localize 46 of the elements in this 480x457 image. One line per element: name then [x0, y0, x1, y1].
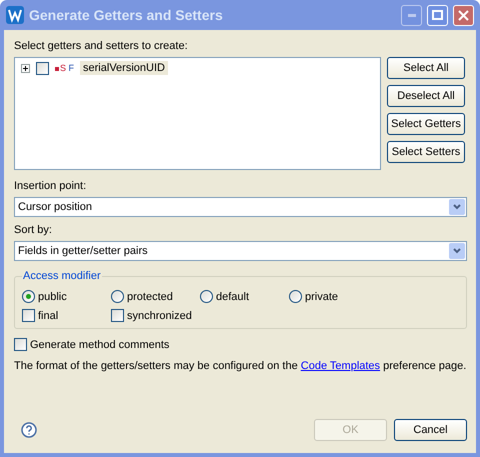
- checkbox-label: Generate method comments: [30, 338, 170, 350]
- info-text: The format of the getters/setters may be configured on the Code Templates preference page.: [14, 360, 467, 372]
- close-icon: [458, 10, 469, 20]
- maximize-icon: [432, 10, 443, 20]
- sort-by-label: Sort by:: [14, 224, 53, 236]
- checkbox[interactable]: synchronized: [111, 309, 200, 322]
- radio-label: default: [216, 290, 250, 302]
- expand-icon[interactable]: [21, 64, 30, 72]
- radio-option[interactable]: private: [289, 290, 378, 303]
- select-button[interactable]: Select Getters: [387, 113, 465, 135]
- radio-label: public: [38, 290, 67, 302]
- checkbox-label: synchronized: [127, 310, 192, 322]
- insertion-point-label: Insertion point:: [14, 180, 88, 192]
- checkbox-box[interactable]: [14, 338, 27, 351]
- select-button[interactable]: Deselect All: [387, 85, 465, 107]
- maximize-button[interactable]: [427, 4, 448, 26]
- cancel-button[interactable]: Cancel: [394, 419, 467, 441]
- checkbox[interactable]: Generate method comments: [14, 338, 467, 351]
- members-tree[interactable]: S F serialVersionUID: [14, 57, 381, 170]
- help-icon[interactable]: [21, 422, 37, 438]
- app-logo-icon: [6, 6, 24, 24]
- radio-button[interactable]: [22, 290, 35, 303]
- checkbox-box[interactable]: [22, 309, 35, 322]
- members-label: Select getters and setters to create:: [14, 40, 189, 52]
- checkbox[interactable]: final: [22, 309, 111, 322]
- checkbox-box[interactable]: [111, 309, 124, 322]
- radio-option[interactable]: protected: [111, 290, 200, 303]
- group-title: Access modifier: [22, 270, 102, 282]
- radio-button[interactable]: [289, 290, 302, 303]
- checkbox-label: final: [38, 310, 58, 322]
- radio-button[interactable]: [200, 290, 213, 303]
- code-templates-link[interactable]: Code Templates: [300, 360, 380, 372]
- tree-item[interactable]: serialVersionUID: [80, 61, 168, 75]
- tree-checkbox[interactable]: [36, 62, 49, 74]
- minimize-icon: [408, 14, 416, 16]
- radio-option[interactable]: default: [200, 290, 289, 303]
- close-button[interactable]: [453, 4, 474, 26]
- select-button[interactable]: Select All: [387, 57, 465, 79]
- sort-by-dropdown[interactable]: Fields in getter/setter pairs: [14, 241, 467, 261]
- radio-label: protected: [127, 290, 173, 302]
- radio-button[interactable]: [111, 290, 124, 303]
- window-title: Generate Getters and Setters: [29, 7, 224, 23]
- insertion-point-dropdown[interactable]: Cursor position: [14, 197, 467, 217]
- select-button[interactable]: Select Setters: [387, 141, 465, 163]
- radio-label: private: [305, 290, 338, 302]
- radio-option[interactable]: public: [22, 290, 111, 303]
